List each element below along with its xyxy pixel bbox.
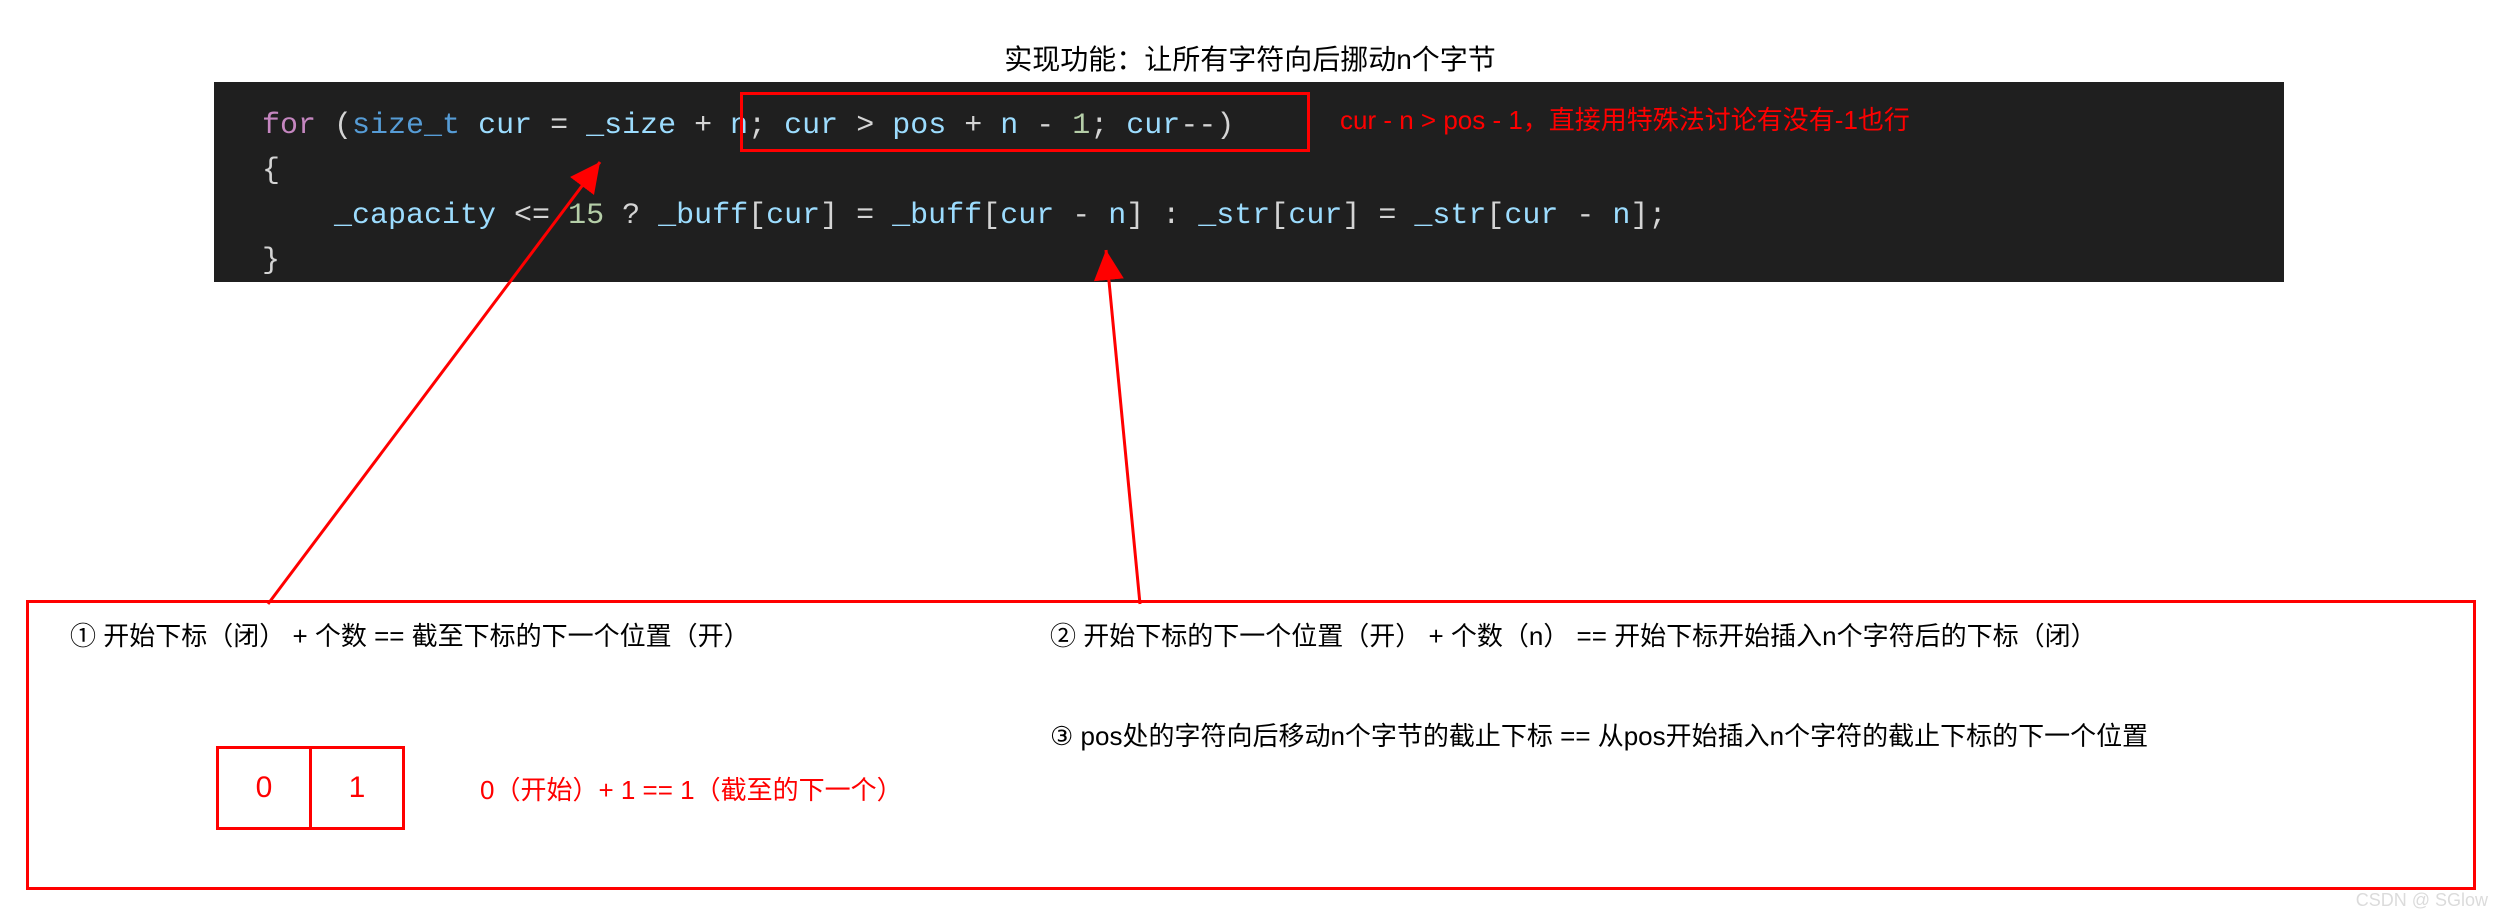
example-annotation: 0（开始）+ 1 == 1（截至的下一个） [480, 770, 903, 807]
watermark: CSDN @ SGlow [2356, 890, 2488, 911]
note-3: ③ pos处的字符向后移动n个字节的截止下标 == 从pos开始插入n个字符的截… [1050, 716, 2148, 753]
ident-size: _size [586, 109, 676, 143]
note-2: ② 开始下标的下一个位置（开） + 个数（n） == 开始下标开始插入n个字符后… [1050, 616, 2097, 653]
annotation-top: cur - n > pos - 1，直接用特殊法讨论有没有-1也行 [1340, 100, 1910, 137]
ident-capacity: _capacity [334, 199, 496, 233]
ident-cur: cur [478, 109, 532, 143]
page-title: 实现功能：让所有字符向后挪动n个字节 [0, 38, 2500, 78]
kw-for: for [262, 109, 316, 143]
example-cells: 0 1 [216, 746, 405, 830]
highlight-rect-condition [740, 92, 1310, 152]
example-cell-0: 0 [216, 746, 312, 830]
example-cell-1: 1 [309, 746, 405, 830]
kw-size_t: size_t [352, 109, 460, 143]
note-1: ① 开始下标（闭） + 个数 == 截至下标的下一个位置（开） [70, 616, 750, 653]
